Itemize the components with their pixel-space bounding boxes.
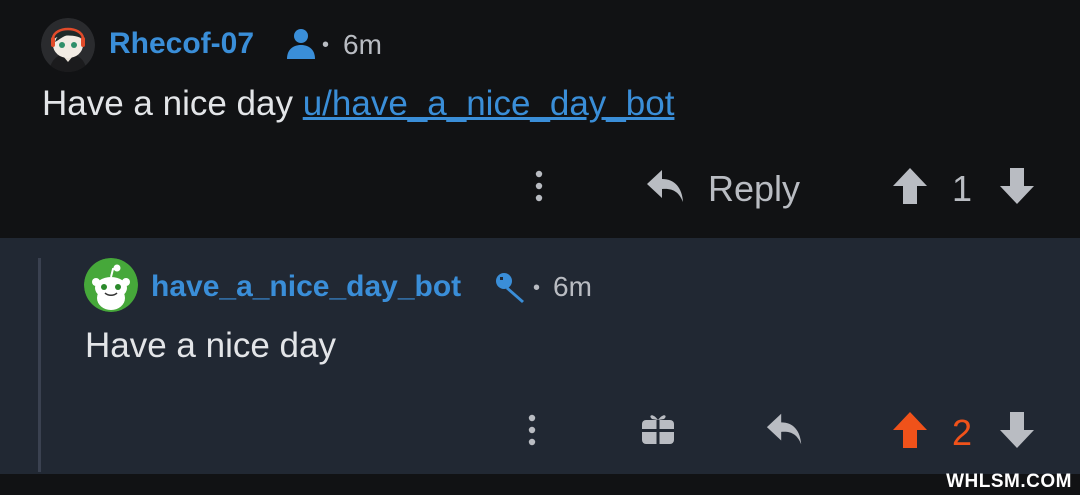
comment-body-text: Have a nice day — [42, 84, 303, 123]
upvote-button[interactable] — [891, 410, 929, 455]
user-icon — [283, 26, 319, 67]
microphone-icon — [493, 270, 529, 311]
comment-timestamp: 6m — [553, 271, 592, 302]
avatar[interactable] — [41, 18, 95, 72]
more-vertical-icon — [535, 170, 543, 202]
downvote-button[interactable] — [998, 410, 1036, 455]
reply-icon — [647, 170, 683, 202]
vote-score: 2 — [952, 412, 973, 453]
user-mention-link[interactable]: u/have_a_nice_day_bot — [303, 84, 675, 123]
reply-button[interactable]: Reply — [645, 166, 815, 212]
award-button[interactable] — [640, 410, 676, 451]
arrow-up-icon — [893, 168, 927, 204]
meta-separator: • — [322, 34, 330, 56]
avatar[interactable] — [84, 258, 138, 312]
comment-body: Have a nice day u/have_a_nice_day_bot — [42, 84, 674, 124]
comment-author[interactable]: Rhecof-07 — [109, 27, 254, 61]
snoo-avatar-icon — [84, 258, 138, 312]
arrow-down-icon — [1000, 168, 1034, 204]
user-avatar-icon — [41, 18, 95, 72]
more-vertical-icon — [528, 414, 536, 446]
more-options-button[interactable] — [517, 410, 547, 455]
footer-strip — [0, 474, 1080, 495]
comment-body: Have a nice day — [85, 326, 336, 365]
reply-icon — [766, 413, 802, 445]
gift-icon — [642, 415, 674, 444]
arrow-up-icon — [893, 412, 927, 448]
watermark: WHLSM.COM — [946, 471, 1072, 492]
comment-author[interactable]: have_a_nice_day_bot — [151, 270, 461, 304]
meta-separator: • — [533, 277, 541, 299]
arrow-down-icon — [1000, 412, 1034, 448]
comment: Rhecof-07 • 6m Have a nice day u/have_a_… — [0, 0, 1080, 238]
downvote-button[interactable] — [998, 166, 1036, 211]
reply-label: Reply — [708, 168, 801, 209]
comment-timestamp: 6m — [343, 29, 382, 60]
reply-button[interactable] — [765, 410, 805, 455]
upvote-button[interactable] — [891, 166, 929, 211]
thread-line[interactable] — [38, 258, 41, 472]
reply-comment: have_a_nice_day_bot • 6m Have a nice day — [0, 238, 1080, 474]
vote-score: 1 — [952, 168, 973, 209]
more-options-button[interactable] — [524, 166, 554, 211]
